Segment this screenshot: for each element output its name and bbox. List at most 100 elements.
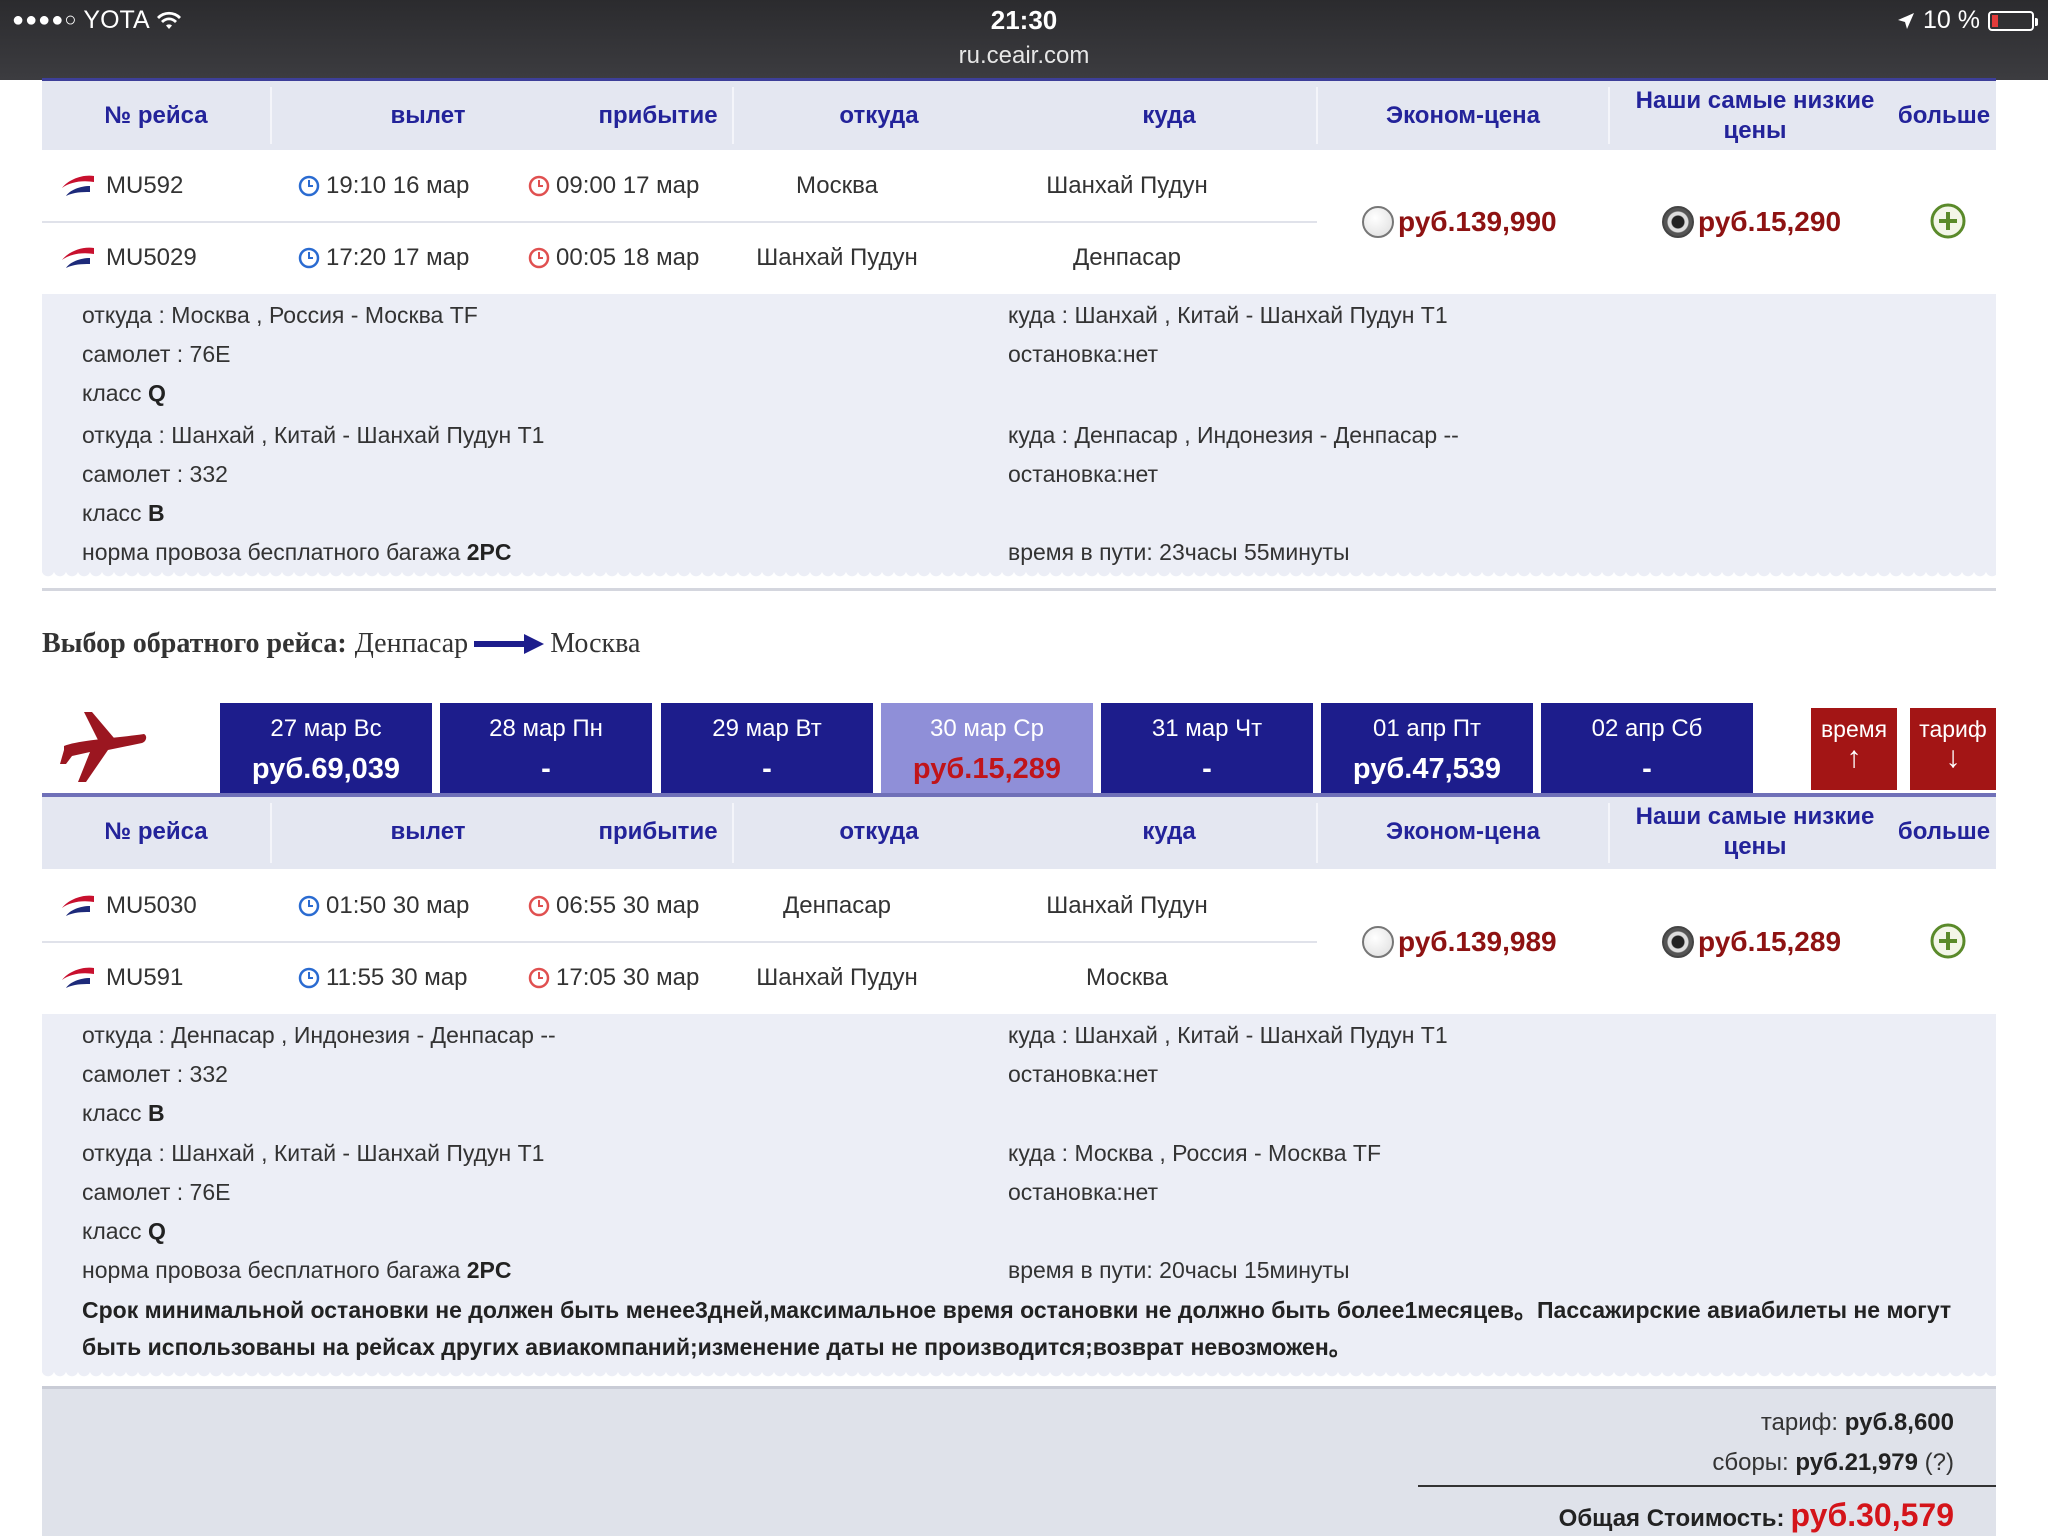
col-flight-number[interactable]: № рейса bbox=[42, 797, 270, 866]
table-row: MU591 11:55 30 мар 17:05 30 мар Шанхай П… bbox=[42, 942, 1317, 1014]
inbound-lowest-price[interactable]: руб.15,289 bbox=[1662, 926, 1841, 958]
arrow-right-icon bbox=[474, 634, 545, 654]
date-tab-30-selected[interactable]: 30 мар Ср руб.15,289 bbox=[881, 703, 1093, 793]
airline-logo-icon bbox=[60, 222, 96, 294]
to-city: Москва bbox=[1086, 964, 1168, 991]
airline-logo-icon bbox=[60, 870, 96, 942]
arrive-time: 06:55 30 мар bbox=[528, 870, 699, 942]
flight-number: MU591 bbox=[106, 964, 184, 991]
detail-class-1: класс Q bbox=[82, 380, 166, 406]
airline-logo-icon bbox=[60, 942, 96, 1014]
inbound-table-header: № рейса вылет прибытие откуда куда Эконо… bbox=[42, 797, 1996, 869]
economy-radio[interactable] bbox=[1362, 926, 1394, 958]
detail-aircraft-2: самолет : 332 bbox=[82, 461, 228, 487]
col-to[interactable]: куда bbox=[1024, 81, 1314, 150]
detail-to-2: куда : Москва , Россия - Москва TF bbox=[1008, 1140, 1382, 1166]
inbound-economy-price[interactable]: руб.139,989 bbox=[1362, 926, 1557, 958]
flight-number: MU5030 bbox=[106, 892, 197, 919]
arrive-time: 09:00 17 мар bbox=[528, 150, 699, 222]
sort-by-time-button[interactable]: время ↑ bbox=[1811, 708, 1897, 790]
location-arrow-icon bbox=[1898, 12, 1915, 29]
clock-blue-icon bbox=[298, 175, 320, 197]
to-city: Шанхай Пудун bbox=[1046, 892, 1208, 919]
detail-to-1: куда : Шанхай , Китай - Шанхай Пудун T1 bbox=[1008, 302, 1448, 328]
clock-blue-icon bbox=[298, 247, 320, 269]
status-bar: ●●●●○ YOTA 21:30 ru.ceair.com 10 % bbox=[0, 0, 2048, 80]
clock-red-icon bbox=[528, 175, 550, 197]
from-city: Москва bbox=[796, 172, 878, 199]
total-value: руб.30,579 bbox=[1790, 1497, 1954, 1533]
airplane-icon bbox=[60, 712, 147, 782]
table-row: MU5029 17:20 17 мар 00:05 18 мар Шанхай … bbox=[42, 222, 1317, 294]
from-city: Шанхай Пудун bbox=[756, 964, 918, 991]
lowest-radio[interactable] bbox=[1662, 206, 1694, 238]
col-more[interactable]: больше bbox=[1892, 797, 1996, 866]
return-from: Денпасар bbox=[354, 628, 469, 659]
detail-duration: время в пути: 20часы 15минуты bbox=[1008, 1257, 1350, 1283]
arrow-up-icon: ↑ bbox=[1846, 741, 1862, 774]
col-economy-price[interactable]: Эконом-цена bbox=[1318, 81, 1608, 150]
date-tab-27[interactable]: 27 мар Вс руб.69,039 bbox=[220, 703, 432, 793]
table-row: MU5030 01:50 30 мар 06:55 30 мар Денпаса… bbox=[42, 870, 1317, 942]
fare-rules-note: Срок минимальной остановки не должен быт… bbox=[82, 1297, 1952, 1360]
arrow-down-icon: ↓ bbox=[1945, 741, 1961, 774]
detail-baggage: норма провоза бесплатного багажа 2PC bbox=[82, 539, 512, 565]
status-right: 10 % bbox=[1897, 6, 2038, 35]
date-tab-01[interactable]: 01 апр Пт руб.47,539 bbox=[1321, 703, 1533, 793]
col-lowest-price[interactable]: Наши самые низкие цены bbox=[1610, 797, 1900, 866]
col-economy-price[interactable]: Эконом-цена bbox=[1318, 797, 1608, 866]
to-city: Денпасар bbox=[1073, 244, 1181, 271]
date-tab-28[interactable]: 28 мар Пн - bbox=[440, 703, 652, 793]
to-city: Шанхай Пудун bbox=[1046, 172, 1208, 199]
depart-time: 11:55 30 мар bbox=[298, 942, 468, 1014]
arrive-time: 00:05 18 мар bbox=[528, 222, 699, 294]
economy-radio[interactable] bbox=[1362, 206, 1394, 238]
detail-from-2: откуда : Шанхай , Китай - Шанхай Пудун T… bbox=[82, 422, 545, 448]
expand-plus-icon[interactable] bbox=[1929, 922, 1967, 960]
address-bar[interactable]: ru.ceair.com bbox=[0, 42, 2048, 70]
outbound-economy-price[interactable]: руб.139,990 bbox=[1362, 206, 1557, 238]
col-from[interactable]: откуда bbox=[734, 797, 1024, 866]
lowest-radio[interactable] bbox=[1662, 926, 1694, 958]
clock-red-icon bbox=[528, 895, 550, 917]
airline-logo-icon bbox=[60, 150, 96, 222]
detail-stops-2: остановка:нет bbox=[1008, 1179, 1159, 1205]
fare-line: тариф: руб.8,600 bbox=[1760, 1409, 1954, 1436]
detail-stops-1: остановка:нет bbox=[1008, 1061, 1159, 1087]
col-lowest-price[interactable]: Наши самые низкие цены bbox=[1610, 81, 1900, 150]
detail-aircraft-1: самолет : 76E bbox=[82, 341, 231, 367]
expand-plus-icon[interactable] bbox=[1929, 202, 1967, 240]
flight-number: MU592 bbox=[106, 172, 184, 199]
detail-to-1: куда : Шанхай , Китай - Шанхай Пудун T1 bbox=[1008, 1022, 1448, 1048]
outbound-details: откуда : Москва , Россия - Москва TF куд… bbox=[42, 294, 1996, 570]
battery-percent: 10 % bbox=[1923, 6, 1980, 34]
clock-red-icon bbox=[528, 247, 550, 269]
fees-help-link[interactable]: (?) bbox=[1925, 1449, 1954, 1476]
clock-blue-icon bbox=[298, 967, 320, 989]
fees-line: сборы: руб.21,979 (?) bbox=[1712, 1449, 1954, 1476]
outbound-lowest-price[interactable]: руб.15,290 bbox=[1662, 206, 1841, 238]
depart-time: 17:20 17 мар bbox=[298, 222, 469, 294]
col-flight-number[interactable]: № рейса bbox=[42, 81, 270, 150]
return-flight-title: Выбор обратного рейса: Денпасар Москва bbox=[42, 628, 641, 659]
total-cost: Общая Стоимость: руб.30,579 bbox=[1558, 1497, 1954, 1533]
clock-time: 21:30 bbox=[990, 5, 1058, 35]
outbound-table-header: № рейса вылет прибытие откуда куда Эконо… bbox=[42, 78, 1996, 150]
col-more[interactable]: больше bbox=[1892, 81, 1996, 150]
detail-class-2: класс Q bbox=[82, 1218, 166, 1244]
date-tab-02[interactable]: 02 апр Сб - bbox=[1541, 703, 1753, 793]
clock-red-icon bbox=[528, 967, 550, 989]
col-to[interactable]: куда bbox=[1024, 797, 1314, 866]
flight-number: MU5029 bbox=[106, 244, 197, 271]
detail-class-1: класс B bbox=[82, 1100, 165, 1126]
depart-time: 19:10 16 мар bbox=[298, 150, 469, 222]
date-tab-31[interactable]: 31 мар Чт - bbox=[1101, 703, 1313, 793]
from-city: Шанхай Пудун bbox=[756, 244, 918, 271]
col-from[interactable]: откуда bbox=[734, 81, 1024, 150]
from-city: Денпасар bbox=[783, 892, 891, 919]
return-to: Москва bbox=[550, 628, 641, 659]
detail-aircraft-2: самолет : 76E bbox=[82, 1179, 231, 1205]
table-row: MU592 19:10 16 мар 09:00 17 мар Москва Ш… bbox=[42, 150, 1317, 222]
date-tab-29[interactable]: 29 мар Вт - bbox=[661, 703, 873, 793]
sort-by-fare-button[interactable]: тариф ↓ bbox=[1910, 708, 1996, 790]
